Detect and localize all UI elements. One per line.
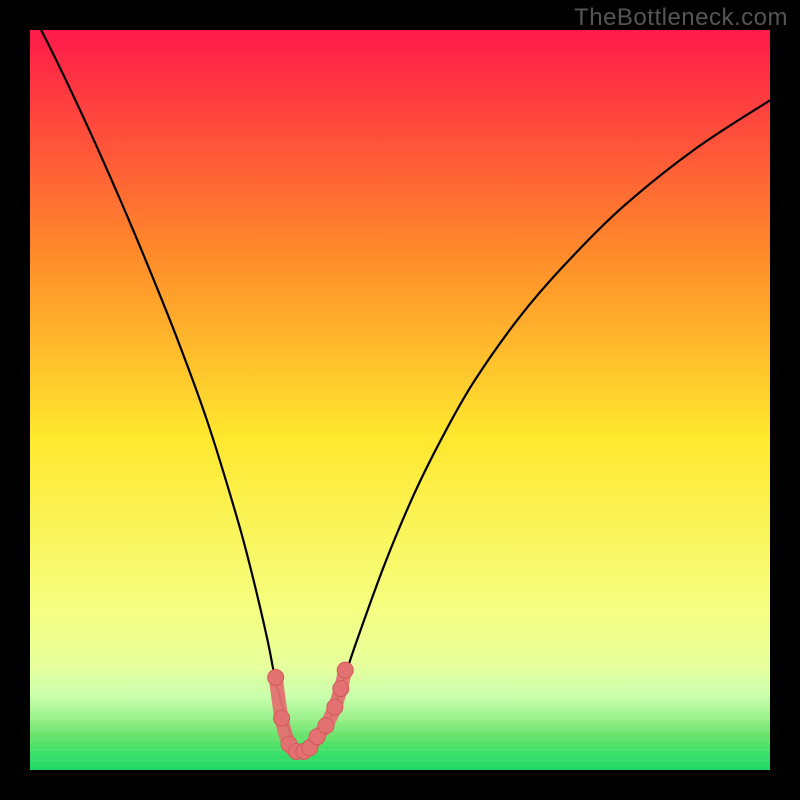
bottleneck-curve (30, 30, 770, 752)
marker-dot (268, 670, 284, 686)
curve-layer (30, 30, 770, 770)
plot-area (30, 30, 770, 770)
chart-frame: TheBottleneck.com (0, 0, 800, 800)
marker-dot (274, 710, 290, 726)
marker-dot (318, 718, 334, 734)
marker-dot (333, 681, 349, 697)
watermark-text: TheBottleneck.com (574, 4, 788, 32)
marker-dot (327, 699, 343, 715)
marker-dot (337, 662, 353, 678)
